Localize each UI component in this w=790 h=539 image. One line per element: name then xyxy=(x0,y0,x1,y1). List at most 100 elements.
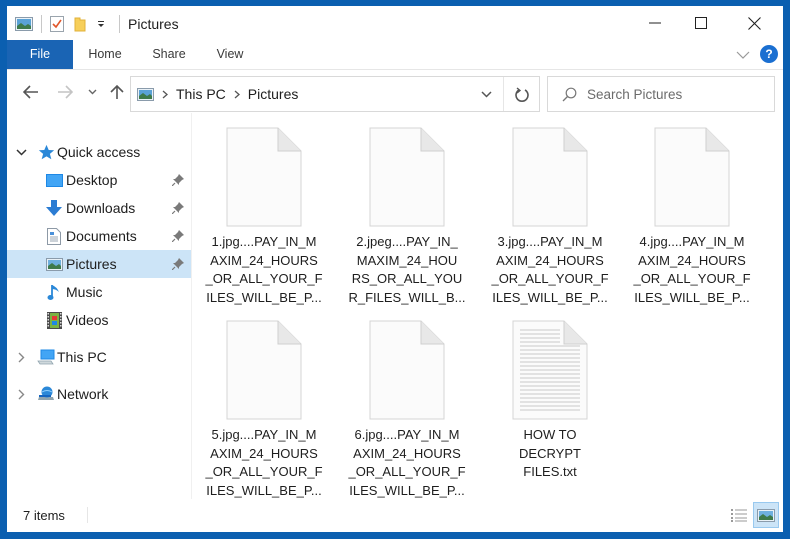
file-name: 1.jpg....PAY_IN_M AXIM_24_HOURS _OR_ALL_… xyxy=(198,233,330,307)
pictures-folder-icon[interactable] xyxy=(15,17,33,31)
sidebar-item-downloads[interactable]: Downloads xyxy=(7,194,191,222)
file-name-line: 1.jpg....PAY_IN_M xyxy=(211,234,317,249)
chevron-down-icon[interactable] xyxy=(15,146,27,158)
search-icon xyxy=(562,87,577,102)
arrow-right-icon xyxy=(58,85,73,99)
properties-icon[interactable] xyxy=(50,16,64,32)
large-icons-view-button[interactable] xyxy=(753,502,779,528)
chevron-right-icon[interactable] xyxy=(15,351,27,363)
up-button[interactable] xyxy=(105,80,129,104)
tab-file[interactable]: File xyxy=(7,40,73,69)
sidebar-item-this-pc[interactable]: This PC xyxy=(7,343,191,371)
sidebar-item-videos[interactable]: Videos xyxy=(7,306,191,334)
file-list: 1.jpg....PAY_IN_M AXIM_24_HOURS _OR_ALL_… xyxy=(192,113,783,499)
chevron-down-icon xyxy=(736,51,750,59)
pin-icon[interactable] xyxy=(171,173,185,187)
chevron-down-icon xyxy=(480,90,492,98)
file-name-line: _OR_ALL_YOUR_F xyxy=(633,271,751,286)
help-button[interactable]: ? xyxy=(760,45,778,63)
desktop-icon xyxy=(45,171,63,189)
maximize-button[interactable] xyxy=(678,6,724,40)
videos-icon xyxy=(45,311,63,329)
file-name-line: 3.jpg....PAY_IN_M xyxy=(497,234,603,249)
sidebar-item-quick-access[interactable]: Quick access xyxy=(7,138,191,166)
file-name-line: 6.jpg....PAY_IN_M xyxy=(354,427,460,442)
breadcrumb-this-pc[interactable]: This PC xyxy=(176,86,226,102)
file-name-line: RS_OR_ALL_YOU xyxy=(351,271,463,286)
sidebar-label: Downloads xyxy=(66,200,136,216)
file-name-line: HOW TO xyxy=(523,427,577,442)
new-folder-icon[interactable] xyxy=(74,16,86,32)
file-name-line: AXIM_24_HOURS xyxy=(638,252,746,268)
blank-file-icon xyxy=(369,127,445,227)
navigation-bar: This PC Pictures xyxy=(7,71,783,113)
file-name-line: 5.jpg....PAY_IN_M xyxy=(211,427,317,442)
search-input[interactable] xyxy=(587,86,757,102)
refresh-icon xyxy=(514,86,529,102)
details-view-icon xyxy=(731,509,747,522)
chevron-right-icon[interactable] xyxy=(234,90,240,99)
quick-access-toolbar xyxy=(15,15,106,33)
tab-home[interactable]: Home xyxy=(77,40,133,69)
recent-locations-button[interactable] xyxy=(85,80,99,104)
file-name: HOW TO DECRYPT FILES.txt xyxy=(484,426,616,482)
file-name-line: _OR_ALL_YOUR_F xyxy=(205,271,323,286)
forward-button[interactable] xyxy=(53,80,77,104)
file-name-line: ILES_WILL_BE_P... xyxy=(634,289,750,305)
file-name-line: AXIM_24_HOURS xyxy=(210,445,318,461)
search-box[interactable] xyxy=(547,76,775,112)
blank-file-icon xyxy=(369,320,445,420)
file-name: 3.jpg....PAY_IN_M AXIM_24_HOURS _OR_ALL_… xyxy=(484,233,616,307)
file-name-line: AXIM_24_HOURS xyxy=(210,252,318,268)
chevron-right-icon[interactable] xyxy=(162,90,168,99)
sidebar-item-documents[interactable]: Documents xyxy=(7,222,191,250)
file-name-line: FILES.txt xyxy=(523,464,577,479)
sidebar-label: Music xyxy=(66,284,103,300)
file-name-line: AXIM_24_HOURS xyxy=(353,445,461,461)
sidebar-item-pictures[interactable]: Pictures xyxy=(7,250,191,278)
breadcrumb-pictures[interactable]: Pictures xyxy=(248,86,299,102)
minimize-button[interactable] xyxy=(632,6,678,40)
file-name-line: _OR_ALL_YOUR_F xyxy=(205,464,323,479)
sidebar-item-network[interactable]: Network xyxy=(7,380,191,408)
refresh-button[interactable] xyxy=(503,77,539,111)
pin-icon[interactable] xyxy=(171,201,185,215)
file-name-line: _OR_ALL_YOUR_F xyxy=(348,464,466,479)
file-name-line: AXIM_24_HOURS xyxy=(496,252,604,268)
sidebar-label: Desktop xyxy=(66,172,118,188)
music-icon xyxy=(45,283,63,301)
customize-dropdown-icon[interactable] xyxy=(96,19,106,29)
address-dropdown-button[interactable] xyxy=(471,77,501,111)
file-name: 6.jpg....PAY_IN_M AXIM_24_HOURS _OR_ALL_… xyxy=(341,426,473,500)
file-name-line: ILES_WILL_BE_P... xyxy=(492,289,608,305)
file-name-line: 2.jpeg....PAY_IN_ xyxy=(356,234,458,249)
details-view-button[interactable] xyxy=(727,504,751,526)
file-name-line: ILES_WILL_BE_P... xyxy=(206,482,322,498)
chevron-right-icon[interactable] xyxy=(15,388,27,400)
sidebar-label: Documents xyxy=(66,228,137,244)
file-name-line: MAXIM_24_HOU xyxy=(356,252,458,268)
close-icon xyxy=(747,16,761,30)
back-button[interactable] xyxy=(19,80,43,104)
pin-icon[interactable] xyxy=(171,229,185,243)
expand-ribbon-button[interactable] xyxy=(733,46,753,64)
close-button[interactable] xyxy=(731,6,777,40)
chevron-down-icon xyxy=(88,89,96,95)
large-icons-view-icon xyxy=(757,508,775,522)
address-bar[interactable]: This PC Pictures xyxy=(130,76,540,112)
download-icon xyxy=(45,199,63,217)
sidebar-item-desktop[interactable]: Desktop xyxy=(7,166,191,194)
file-name-line: 4.jpg....PAY_IN_M xyxy=(639,234,745,249)
arrow-up-icon xyxy=(110,84,124,99)
star-icon xyxy=(37,143,55,161)
pictures-location-icon xyxy=(137,87,154,101)
tab-share[interactable]: Share xyxy=(141,40,197,69)
pin-icon[interactable] xyxy=(171,257,185,271)
status-bar: 7 items xyxy=(7,499,783,532)
blank-file-icon xyxy=(226,320,302,420)
blank-file-icon xyxy=(512,127,588,227)
tab-view[interactable]: View xyxy=(207,40,253,69)
sidebar-item-music[interactable]: Music xyxy=(7,278,191,306)
item-count: 7 items xyxy=(23,508,65,523)
sidebar-label: Videos xyxy=(66,312,109,328)
